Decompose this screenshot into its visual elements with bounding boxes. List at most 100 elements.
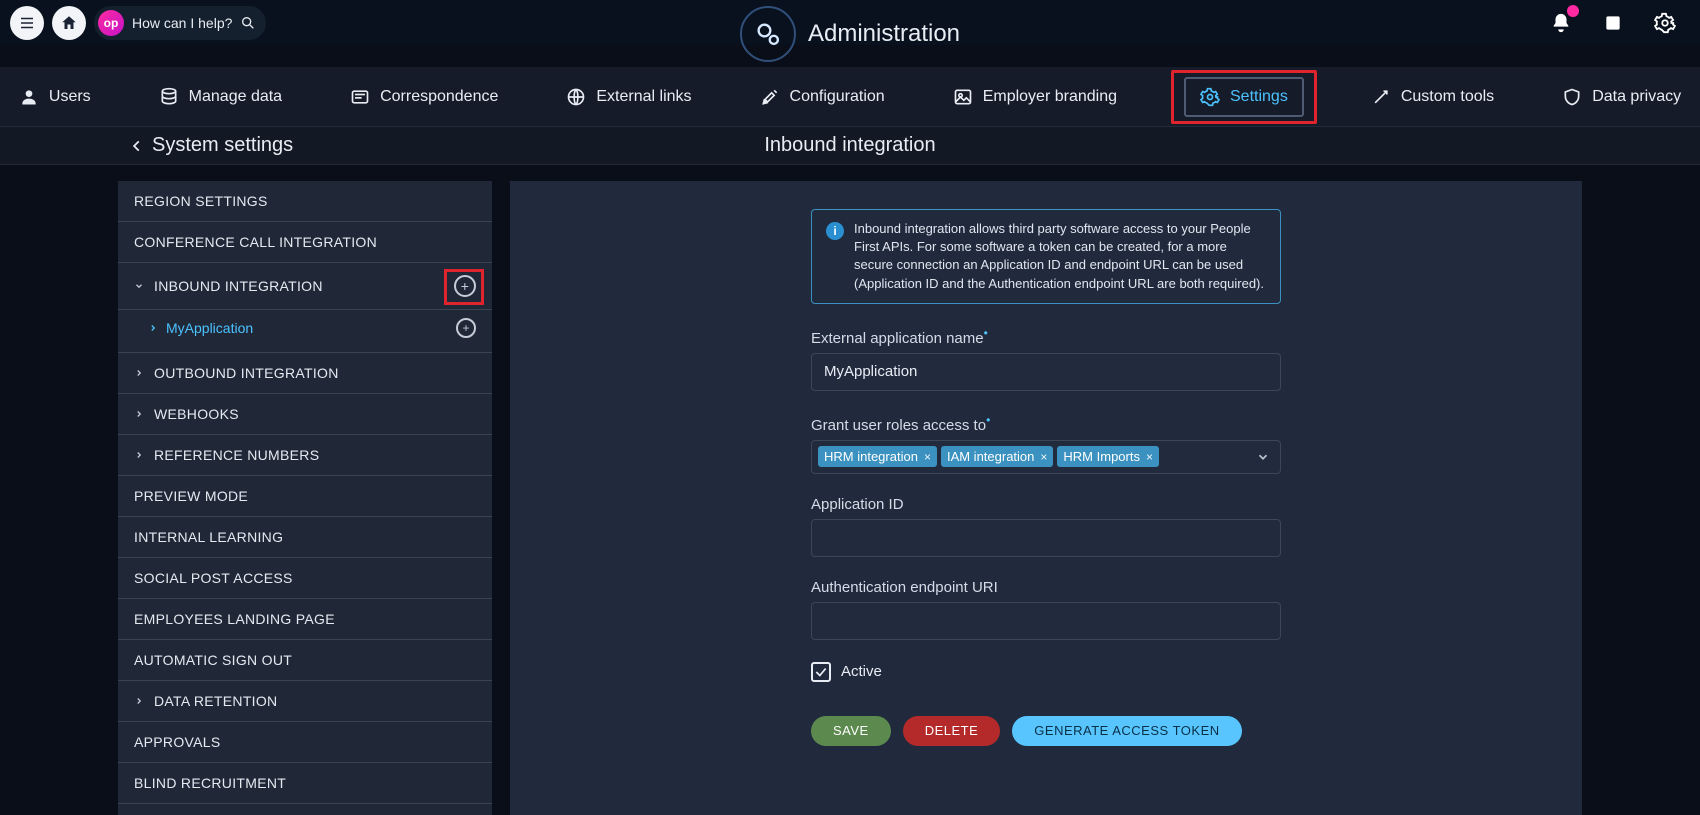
field-label: External application name•: [811, 326, 1281, 347]
sidebar-item-automatic-sign-out[interactable]: AUTOMATIC SIGN OUT: [118, 640, 492, 681]
auth-endpoint-input[interactable]: [811, 602, 1281, 640]
chevron-down-icon: [134, 281, 146, 291]
sidebar-item-webhooks[interactable]: WEBHOOKS: [118, 394, 492, 435]
check-icon: [814, 665, 828, 679]
window-icon: [1603, 13, 1623, 33]
sidebar-item-label: OUTBOUND INTEGRATION: [154, 365, 339, 381]
sidebar-item-label: EMPLOYEES LANDING PAGE: [134, 611, 335, 627]
sidebar-item-region-settings[interactable]: REGION SETTINGS: [118, 181, 492, 222]
top-bar: op How can I help? Administration: [0, 0, 1700, 45]
external-app-input[interactable]: [811, 353, 1281, 391]
sidebar-item-label: APPROVALS: [134, 734, 220, 750]
nav-label: Configuration: [790, 88, 885, 106]
nav-settings-highlight: Settings: [1171, 70, 1317, 124]
sidebar-item-social-post-access[interactable]: SOCIAL POST ACCESS: [118, 558, 492, 599]
nav-label: Employer branding: [983, 88, 1117, 106]
nav-label: Data privacy: [1592, 88, 1681, 106]
gear-icon: [1200, 87, 1220, 107]
chevron-down-icon: [1256, 450, 1270, 464]
nav-custom-tools[interactable]: Custom tools: [1357, 79, 1508, 115]
info-icon: i: [826, 222, 844, 240]
mail-icon: [350, 87, 370, 107]
sidebar-item-preview-mode[interactable]: PREVIEW MODE: [118, 476, 492, 517]
home-icon: [60, 14, 78, 32]
sidebar-item-label: PREVIEW MODE: [134, 488, 248, 504]
nav-settings[interactable]: Settings: [1184, 77, 1304, 117]
page-brand: Administration: [740, 6, 960, 62]
add-icon[interactable]: +: [456, 318, 476, 338]
sidebar-item-inbound-integration[interactable]: INBOUND INTEGRATION +: [118, 263, 492, 310]
help-label: How can I help?: [132, 15, 232, 31]
sidebar-item-label: REGION SETTINGS: [134, 193, 268, 209]
sidebar-item-label: SOCIAL POST ACCESS: [134, 570, 293, 586]
sidebar-item-label: WEBHOOKS: [154, 406, 239, 422]
delete-button[interactable]: DELETE: [903, 716, 1001, 746]
nav-data-privacy[interactable]: Data privacy: [1548, 79, 1695, 115]
globe-icon: [566, 87, 586, 107]
sidebar-item-employees-landing-page[interactable]: EMPLOYEES LANDING PAGE: [118, 599, 492, 640]
sidebar-item-blind-recruitment[interactable]: BLIND RECRUITMENT: [118, 763, 492, 804]
menu-button[interactable]: [10, 6, 44, 40]
active-label: Active: [841, 663, 882, 680]
nav-users[interactable]: Users: [5, 79, 105, 115]
sidebar-item-label: BLIND RECRUITMENT: [134, 775, 286, 791]
nav-external-links[interactable]: External links: [552, 79, 705, 115]
main-area: REGION SETTINGS CONFERENCE CALL INTEGRAT…: [0, 165, 1700, 815]
person-icon: [19, 87, 39, 107]
generate-token-button[interactable]: GENERATE ACCESS TOKEN: [1012, 716, 1241, 746]
sidebar-child-myapplication[interactable]: MyApplication +: [118, 310, 492, 353]
application-id-input[interactable]: [811, 519, 1281, 557]
gear-icon: [1654, 12, 1676, 34]
nav-label: Settings: [1230, 88, 1288, 106]
info-text: Inbound integration allows third party s…: [854, 220, 1266, 293]
field-auth-url: Authentication endpoint URI: [811, 579, 1281, 640]
field-application-id: Application ID: [811, 496, 1281, 557]
nav-employer-branding[interactable]: Employer branding: [939, 79, 1131, 115]
action-row: SAVE DELETE GENERATE ACCESS TOKEN: [811, 716, 1281, 746]
breadcrumb: System settings Inbound integration: [0, 127, 1700, 165]
main-nav: Users Manage data Correspondence Externa…: [0, 67, 1700, 127]
help-search[interactable]: op How can I help?: [94, 6, 266, 40]
roles-multiselect[interactable]: HRM integration × IAM integration × HRM …: [811, 440, 1281, 474]
notifications-button[interactable]: [1544, 6, 1578, 40]
save-button[interactable]: SAVE: [811, 716, 891, 746]
remove-tag-icon[interactable]: ×: [924, 450, 931, 464]
window-button[interactable]: [1596, 6, 1630, 40]
admin-icon: [740, 6, 796, 62]
home-button[interactable]: [52, 6, 86, 40]
field-label: Grant user roles access to•: [811, 413, 1281, 434]
back-label: System settings: [152, 134, 293, 157]
settings-sidebar: REGION SETTINGS CONFERENCE CALL INTEGRAT…: [118, 181, 492, 815]
remove-tag-icon[interactable]: ×: [1146, 450, 1153, 464]
active-checkbox-row: Active: [811, 662, 1281, 682]
search-icon: [240, 15, 256, 31]
settings-button[interactable]: [1648, 6, 1682, 40]
nav-label: Manage data: [189, 88, 282, 106]
field-label: Authentication endpoint URI: [811, 579, 1281, 596]
tag-label: HRM Imports: [1063, 449, 1140, 464]
chevron-right-icon: [148, 323, 158, 333]
remove-tag-icon[interactable]: ×: [1040, 450, 1047, 464]
chevron-right-icon: [134, 696, 146, 706]
sidebar-child-label: MyApplication: [166, 320, 253, 336]
sidebar-item-label: DATA RETENTION: [154, 693, 277, 709]
sidebar-item-approvals[interactable]: APPROVALS: [118, 722, 492, 763]
add-icon[interactable]: +: [454, 275, 476, 297]
bell-icon: [1550, 12, 1572, 34]
chevron-left-icon: [130, 139, 144, 153]
nav-configuration[interactable]: Configuration: [746, 79, 899, 115]
nav-manage-data[interactable]: Manage data: [145, 79, 296, 115]
sidebar-item-label: AUTOMATIC SIGN OUT: [134, 652, 292, 668]
assistant-icon: op: [98, 10, 124, 36]
image-icon: [953, 87, 973, 107]
active-checkbox[interactable]: [811, 662, 831, 682]
sidebar-item-internal-learning[interactable]: INTERNAL LEARNING: [118, 517, 492, 558]
sidebar-item-outbound-integration[interactable]: OUTBOUND INTEGRATION: [118, 353, 492, 394]
database-icon: [159, 87, 179, 107]
nav-correspondence[interactable]: Correspondence: [336, 79, 512, 115]
sidebar-item-conference-call[interactable]: CONFERENCE CALL INTEGRATION: [118, 222, 492, 263]
back-button[interactable]: System settings: [130, 134, 293, 157]
sidebar-item-reference-numbers[interactable]: REFERENCE NUMBERS: [118, 435, 492, 476]
sidebar-item-data-retention[interactable]: DATA RETENTION: [118, 681, 492, 722]
tools-icon: [760, 87, 780, 107]
